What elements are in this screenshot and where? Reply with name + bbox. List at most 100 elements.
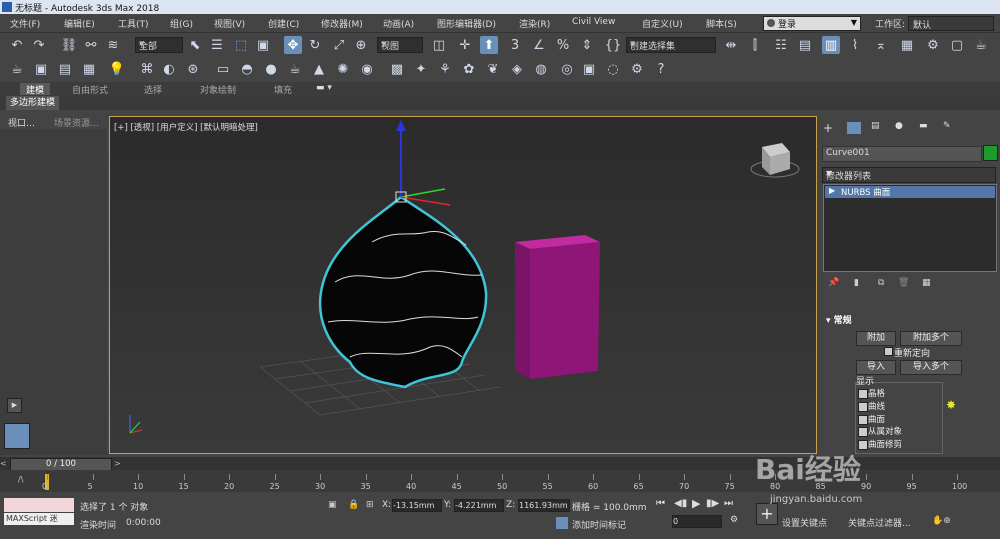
go-to-end-icon[interactable]: ⏭ bbox=[724, 498, 733, 509]
y-coord-field[interactable]: -4.221mm bbox=[454, 499, 504, 512]
object-color-swatch[interactable] bbox=[983, 145, 998, 161]
unlink-icon[interactable]: ⚯ bbox=[82, 36, 100, 54]
remove-modifier-icon[interactable]: 🗑 bbox=[898, 278, 909, 288]
half-sphere-icon[interactable]: ◐ bbox=[160, 60, 178, 78]
hemisphere-icon[interactable]: ◓ bbox=[238, 60, 256, 78]
menu-customize[interactable]: 自定义(U) bbox=[642, 17, 683, 30]
rollout-general[interactable]: ▾ 常规 bbox=[826, 313, 852, 326]
rectangular-selection-icon[interactable]: ⬚ bbox=[232, 36, 250, 54]
named-selection-set-dropdown[interactable]: 创建选择集 ▼ bbox=[626, 37, 716, 53]
attach-multiple-button[interactable]: 附加多个 bbox=[900, 331, 962, 346]
particle-icon[interactable]: ✦ bbox=[412, 60, 430, 78]
window-crossing-icon[interactable]: ▣ bbox=[254, 36, 272, 54]
next-frame-icon[interactable]: > bbox=[114, 459, 121, 468]
percent-snap-icon[interactable]: % bbox=[554, 36, 572, 54]
maxscript-listener[interactable] bbox=[4, 498, 74, 512]
box-primitive-icon[interactable]: ▭ bbox=[214, 60, 232, 78]
modify-tab-icon[interactable] bbox=[847, 122, 861, 134]
hierarchy-tab-icon[interactable]: ▤ bbox=[871, 121, 880, 131]
pivot-point-icon[interactable]: ◫ bbox=[430, 36, 448, 54]
menu-view[interactable]: 视图(V) bbox=[214, 17, 245, 30]
absolute-mode-icon[interactable]: ⊞ bbox=[366, 500, 374, 510]
selection-filter-dropdown[interactable]: 全部 ▼ bbox=[135, 37, 183, 53]
create-surface-icon[interactable]: ✸ bbox=[946, 398, 956, 412]
menu-create[interactable]: 创建(C) bbox=[268, 17, 299, 30]
menu-animation[interactable]: 动画(A) bbox=[383, 17, 414, 30]
select-and-move-icon[interactable]: ✥ bbox=[284, 36, 302, 54]
scene-explorer-icon[interactable]: ▤ bbox=[796, 36, 814, 54]
expand-icon[interactable]: ▶ bbox=[829, 186, 835, 195]
menu-file[interactable]: 文件(F) bbox=[10, 17, 40, 30]
tab-scene-explorer[interactable]: 场景资源… bbox=[54, 116, 99, 129]
link-icon[interactable]: ⛓ bbox=[60, 36, 78, 54]
schematic-view-icon[interactable]: ⌅ bbox=[872, 36, 890, 54]
menu-graph-editors[interactable]: 图形编辑器(D) bbox=[437, 17, 496, 30]
render-icon[interactable]: ▣ bbox=[32, 60, 50, 78]
help-icon[interactable]: ? bbox=[652, 60, 670, 78]
menu-modifiers[interactable]: 修改器(M) bbox=[321, 17, 363, 30]
menu-rendering[interactable]: 渲染(R) bbox=[519, 17, 550, 30]
render-production-icon[interactable]: ☕ bbox=[972, 36, 990, 54]
current-frame-field[interactable]: 0 bbox=[672, 515, 722, 528]
menu-edit[interactable]: 编辑(E) bbox=[64, 17, 95, 30]
display-tab-icon[interactable]: ▬ bbox=[919, 121, 928, 131]
redo-icon[interactable]: ↷ bbox=[30, 36, 48, 54]
mirror-icon[interactable]: ⇹ bbox=[722, 36, 740, 54]
manipulate-icon[interactable]: ✛ bbox=[456, 36, 474, 54]
previous-frame-icon[interactable]: ◀▮ bbox=[674, 498, 687, 509]
menu-scripting[interactable]: 脚本(S) bbox=[706, 17, 737, 30]
play-animation-icon[interactable]: ▶ bbox=[692, 497, 700, 510]
pin-stack-icon[interactable]: 📌 bbox=[828, 278, 839, 288]
toggle-mini-curve-icon[interactable]: /\ bbox=[18, 475, 23, 484]
stack-item-nurbs[interactable]: ▶ NURBS 曲面 bbox=[825, 186, 995, 198]
menu-civil-view[interactable]: Civil View bbox=[572, 17, 615, 27]
tab-freeform[interactable]: 自由形式 bbox=[72, 83, 108, 96]
snaps-toggle-icon[interactable]: 3 bbox=[506, 36, 524, 54]
undo-icon[interactable]: ↶ bbox=[8, 36, 26, 54]
show-end-result-icon[interactable]: ▮ bbox=[854, 278, 859, 288]
play-icon[interactable]: ▶ bbox=[7, 398, 22, 413]
material-editor-icon[interactable]: ▦ bbox=[898, 36, 916, 54]
select-object-icon[interactable]: ⬉ bbox=[186, 36, 204, 54]
foliage-icon[interactable]: ❦ bbox=[484, 60, 502, 78]
settings-icon[interactable]: ⚙ bbox=[628, 60, 646, 78]
helper-icon[interactable]: ⊛ bbox=[184, 60, 202, 78]
reorient-checkbox[interactable] bbox=[884, 347, 893, 356]
dependents-checkbox[interactable] bbox=[858, 427, 868, 437]
menu-tools[interactable]: 工具(T) bbox=[118, 17, 149, 30]
select-and-place-icon[interactable]: ⊕ bbox=[352, 36, 370, 54]
tab-polygon-modeling[interactable]: 多边形建模 bbox=[6, 96, 60, 110]
z-coord-field[interactable]: 1161.93mm bbox=[518, 499, 570, 512]
cloth-icon[interactable]: ✿ bbox=[460, 60, 478, 78]
go-to-start-icon[interactable]: ⏮ bbox=[656, 498, 665, 509]
sphere-shaded-icon[interactable]: ◉ bbox=[358, 60, 376, 78]
environment-icon[interactable]: ◎ bbox=[558, 60, 576, 78]
camera-icon[interactable]: ⌘ bbox=[138, 60, 156, 78]
edit-named-selection-icon[interactable]: {} bbox=[604, 36, 622, 54]
hdr-icon[interactable]: ◈ bbox=[508, 60, 526, 78]
sun-icon[interactable]: ✺ bbox=[334, 60, 352, 78]
prev-frame-icon[interactable]: < bbox=[0, 459, 7, 468]
teapot-primitive-icon[interactable]: ☕ bbox=[286, 60, 304, 78]
bind-space-warp-icon[interactable]: ≋ bbox=[104, 36, 122, 54]
select-by-name-icon[interactable]: ☰ bbox=[208, 36, 226, 54]
light-icon[interactable]: 💡 bbox=[108, 60, 126, 78]
tab-populate[interactable]: 填充 bbox=[274, 83, 292, 96]
object-name-field[interactable]: Curve001 bbox=[822, 146, 982, 162]
hair-icon[interactable]: ⚘ bbox=[436, 60, 454, 78]
curve-editor-icon[interactable]: ⌇ bbox=[846, 36, 864, 54]
lattices-checkbox[interactable] bbox=[858, 389, 868, 399]
reference-coordinate-dropdown[interactable]: 视图 ▼ bbox=[377, 37, 423, 53]
perspective-viewport[interactable]: [+] [透视] [用户定义] [默认明暗处理] bbox=[109, 116, 817, 454]
selection-lock-icon[interactable]: 🔒 bbox=[348, 500, 359, 510]
configure-modifier-sets-icon[interactable]: ▦ bbox=[922, 278, 931, 288]
next-frame-icon[interactable]: ▮▶ bbox=[706, 498, 719, 509]
material-icon[interactable]: ▤ bbox=[56, 60, 74, 78]
align-icon[interactable]: ⫿ bbox=[746, 36, 764, 54]
menu-group[interactable]: 组(G) bbox=[170, 17, 193, 30]
spinner-snap-icon[interactable]: ⇕ bbox=[578, 36, 596, 54]
sphere-icon[interactable]: ● bbox=[262, 60, 280, 78]
utilities-tab-icon[interactable]: ✎ bbox=[943, 121, 951, 131]
make-unique-icon[interactable]: ⧉ bbox=[878, 278, 884, 288]
select-and-scale-icon[interactable]: ⤢ bbox=[330, 36, 348, 54]
